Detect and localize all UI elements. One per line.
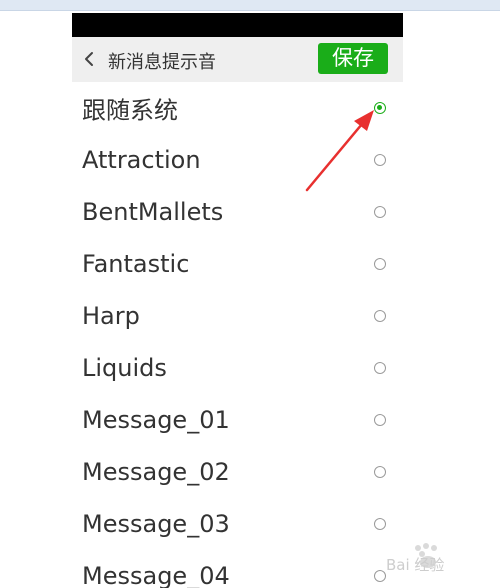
- window-top-strip: [0, 0, 500, 11]
- save-button[interactable]: 保存: [318, 43, 388, 74]
- radio-button[interactable]: [374, 414, 386, 426]
- sound-option-bentmallets[interactable]: BentMallets: [72, 186, 403, 238]
- sound-option-label: BentMallets: [82, 198, 224, 226]
- sound-option-liquids[interactable]: Liquids: [72, 342, 403, 394]
- nav-bar: 新消息提示音 保存: [72, 37, 403, 82]
- radio-button[interactable]: [374, 466, 386, 478]
- page-title: 新消息提示音: [108, 52, 216, 73]
- sound-option-label: Attraction: [82, 146, 201, 174]
- sound-option-label: Message_04: [82, 562, 230, 588]
- sound-option-message-02[interactable]: Message_02: [72, 446, 403, 498]
- radio-button[interactable]: [374, 518, 386, 530]
- sound-option-label: Message_01: [82, 406, 230, 434]
- radio-button[interactable]: [374, 102, 386, 114]
- radio-button[interactable]: [374, 206, 386, 218]
- radio-button[interactable]: [374, 362, 386, 374]
- sound-option-message-03[interactable]: Message_03: [72, 498, 403, 550]
- sound-option-label: Liquids: [82, 354, 167, 382]
- radio-button[interactable]: [374, 154, 386, 166]
- phone-screen: 新消息提示音 保存 跟随系统 Attraction BentMallets Fa…: [72, 13, 403, 588]
- sound-option-label: Message_02: [82, 458, 230, 486]
- sound-option-message-04[interactable]: Message_04: [72, 550, 403, 588]
- sound-option-attraction[interactable]: Attraction: [72, 134, 403, 186]
- radio-button[interactable]: [374, 310, 386, 322]
- sound-option-label: Fantastic: [82, 250, 190, 278]
- sound-option-label: Harp: [82, 302, 140, 330]
- sound-option-fantastic[interactable]: Fantastic: [72, 238, 403, 290]
- sound-option-label: Message_03: [82, 510, 230, 538]
- sound-option-label: 跟随系统: [82, 96, 178, 125]
- radio-button[interactable]: [374, 258, 386, 270]
- radio-button[interactable]: [374, 570, 386, 582]
- back-arrow-icon[interactable]: [82, 51, 98, 67]
- sound-option-follow-system[interactable]: 跟随系统: [72, 82, 403, 134]
- sound-option-harp[interactable]: Harp: [72, 290, 403, 342]
- sound-option-message-01[interactable]: Message_01: [72, 394, 403, 446]
- status-bar: [72, 13, 403, 37]
- sound-list: 跟随系统 Attraction BentMallets Fantastic Ha…: [72, 82, 403, 588]
